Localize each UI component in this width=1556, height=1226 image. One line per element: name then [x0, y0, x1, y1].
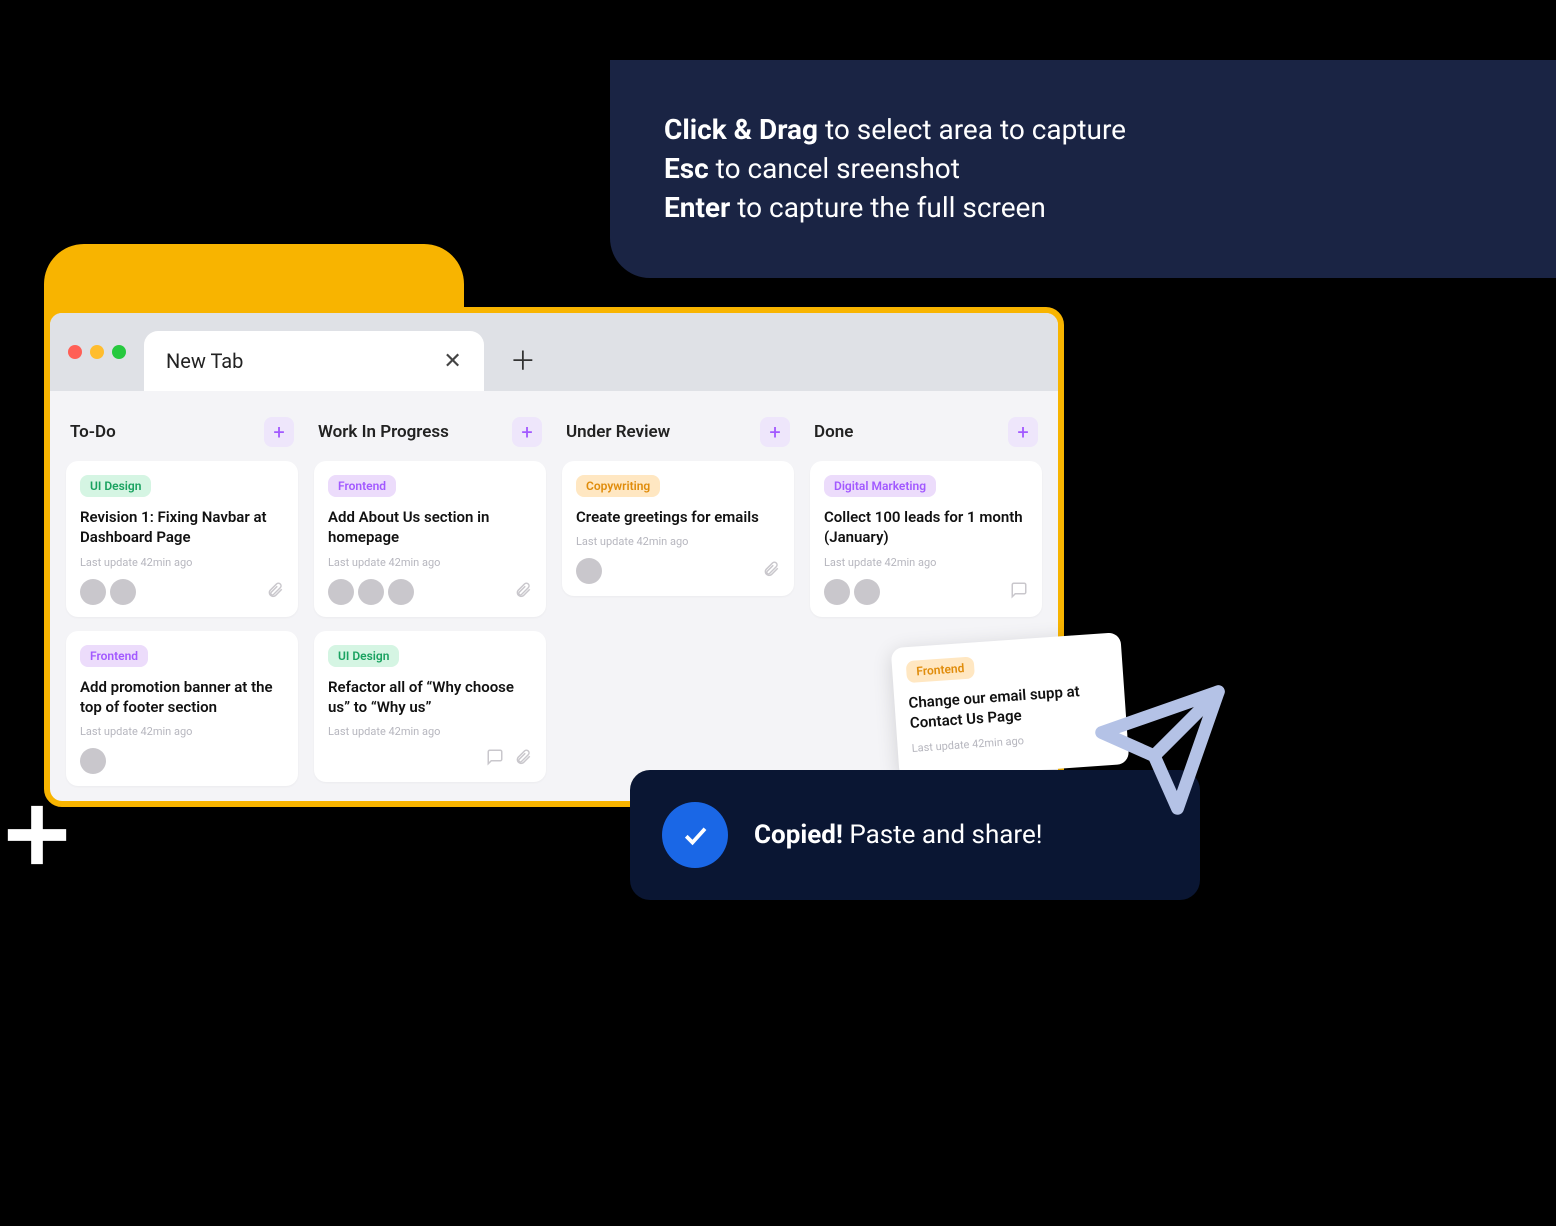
avatar: [576, 558, 602, 584]
card-tag: Frontend: [80, 645, 148, 667]
card-meta: Last update 42min ago: [328, 725, 532, 738]
card-footer: [576, 558, 780, 584]
card-meta: Last update 42min ago: [80, 725, 284, 738]
tab-label: New Tab: [166, 349, 243, 373]
crosshair-icon: [2, 800, 72, 874]
column-title: Done: [814, 422, 853, 442]
card-title: Change our email supp at Contact Us Page: [908, 679, 1112, 733]
card-icons: [1010, 581, 1028, 603]
avatar: [388, 579, 414, 605]
column: To-Do + UI Design Revision 1: Fixing Navbar…: [58, 409, 306, 800]
avatar: [328, 579, 354, 605]
instr-rest-3: to capture the full screen: [730, 191, 1046, 224]
instr-bold-2: Esc: [664, 152, 709, 185]
card-title: Revision 1: Fixing Navbar at Dashboard P…: [80, 507, 284, 548]
avatar: [80, 579, 106, 605]
new-tab-button[interactable]: ＋: [510, 341, 536, 378]
browser-chrome: New Tab ✕ ＋: [50, 313, 1058, 391]
card-footer: [80, 579, 284, 605]
column-header: Work In Progress +: [314, 409, 546, 461]
instr-bold-3: Enter: [664, 191, 730, 224]
card-title: Create greetings for emails: [576, 507, 780, 527]
avatar-group: [576, 558, 602, 584]
card-meta: Last update 42min ago: [80, 556, 284, 569]
card-icons: [486, 748, 532, 770]
add-card-button[interactable]: +: [264, 417, 294, 447]
toast-rest: Paste and share!: [843, 820, 1043, 850]
kanban-card[interactable]: Frontend Add About Us section in homepage…: [314, 461, 546, 617]
add-card-button[interactable]: +: [760, 417, 790, 447]
card-title: Collect 100 leads for 1 month (January): [824, 507, 1028, 548]
avatar: [358, 579, 384, 605]
card-tag: UI Design: [80, 475, 151, 497]
toast-bold: Copied!: [754, 820, 843, 850]
avatar: [80, 748, 106, 774]
column: Under Review + Copywriting Create greetings…: [554, 409, 802, 800]
instr-rest-2: to cancel sreenshot: [709, 152, 960, 185]
avatar-group: [80, 579, 136, 605]
browser-tab[interactable]: New Tab ✕: [144, 331, 484, 391]
column-title: To-Do: [70, 422, 116, 442]
card-footer: [328, 579, 532, 605]
card-footer: [80, 748, 284, 774]
close-tab-icon[interactable]: ✕: [443, 349, 461, 374]
card-tag: Digital Marketing: [824, 475, 936, 497]
card-meta: Last update 42min ago: [576, 535, 780, 548]
maximize-window-icon[interactable]: [112, 345, 126, 359]
avatar-group: [328, 579, 414, 605]
close-window-icon[interactable]: [68, 345, 82, 359]
kanban-card[interactable]: Frontend Add promotion banner at the top …: [66, 631, 298, 787]
minimize-window-icon[interactable]: [90, 345, 104, 359]
column-title: Work In Progress: [318, 422, 449, 442]
column-header: Under Review +: [562, 409, 794, 461]
check-icon: [662, 802, 728, 868]
card-icons: [762, 560, 780, 582]
clip-icon: [266, 581, 284, 603]
window-controls: [68, 345, 126, 359]
kanban-card[interactable]: Copywriting Create greetings for emails La…: [562, 461, 794, 596]
card-tag: Frontend: [906, 656, 975, 683]
kanban-card[interactable]: UI Design Refactor all of “Why choose us”…: [314, 631, 546, 783]
column-header: Done +: [810, 409, 1042, 461]
card-icons: [514, 581, 532, 603]
avatar: [854, 579, 880, 605]
add-card-button[interactable]: +: [1008, 417, 1038, 447]
avatar-group: [80, 748, 106, 774]
avatar: [824, 579, 850, 605]
card-meta: Last update 42min ago: [328, 556, 532, 569]
card-footer: [824, 579, 1028, 605]
clip-icon: [514, 748, 532, 770]
avatar: [110, 579, 136, 605]
instr-bold-1: Click & Drag: [664, 113, 818, 146]
card-meta: Last update 42min ago: [911, 727, 1113, 754]
clip-icon: [514, 581, 532, 603]
column: Work In Progress + Frontend Add About Us se…: [306, 409, 554, 800]
paper-plane-icon: [1090, 680, 1230, 824]
card-tag: UI Design: [328, 645, 399, 667]
card-footer: [328, 748, 532, 770]
card-tag: Copywriting: [576, 475, 660, 497]
chat-icon: [486, 748, 504, 770]
kanban-card[interactable]: Digital Marketing Collect 100 leads for 1…: [810, 461, 1042, 617]
kanban-card[interactable]: UI Design Revision 1: Fixing Navbar at Da…: [66, 461, 298, 617]
card-title: Add promotion banner at the top of foote…: [80, 677, 284, 718]
card-tag: Frontend: [328, 475, 396, 497]
clip-icon: [762, 560, 780, 582]
chat-icon: [1010, 581, 1028, 603]
column-title: Under Review: [566, 422, 670, 442]
card-meta: Last update 42min ago: [824, 556, 1028, 569]
add-card-button[interactable]: +: [512, 417, 542, 447]
card-title: Refactor all of “Why choose us” to “Why …: [328, 677, 532, 718]
avatar-group: [824, 579, 880, 605]
column-header: To-Do +: [66, 409, 298, 461]
toast-text: Copied! Paste and share!: [754, 820, 1042, 850]
card-icons: [266, 581, 284, 603]
instr-rest-1: to select area to capture: [818, 113, 1126, 146]
capture-instructions: Click & Drag to select area to capture E…: [610, 60, 1556, 278]
card-title: Add About Us section in homepage: [328, 507, 532, 548]
